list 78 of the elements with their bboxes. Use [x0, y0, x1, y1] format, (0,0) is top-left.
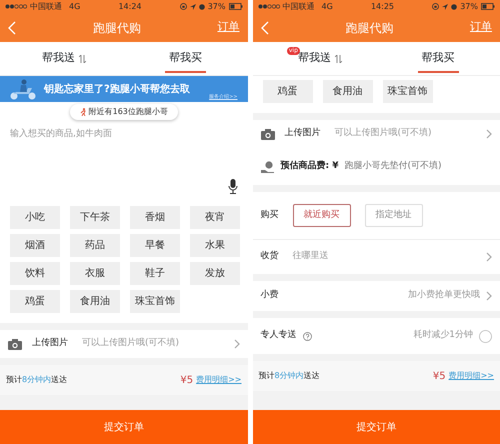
battery-level: 37% — [208, 0, 226, 12]
screen-title: 跑腿代购 — [92, 20, 142, 36]
tip-hint: 加小费抢单更快哦 — [408, 289, 480, 302]
nearby-runners-text: 附近有163位跑腿小哥 — [88, 106, 168, 118]
category-tag[interactable]: 早餐 — [130, 234, 180, 257]
chevron-right-icon — [486, 291, 492, 301]
signal-icon — [5, 4, 27, 9]
status-time: 14:25 — [370, 0, 396, 12]
lock-rotation-icon — [180, 3, 187, 10]
receive-label: 收货 — [260, 250, 278, 264]
upload-hint: 可以上传图片哦(可不填) — [334, 127, 433, 140]
network-type: 4G — [69, 0, 80, 12]
camera-icon[interactable] — [8, 338, 22, 350]
upload-label: 上传图片 — [32, 337, 68, 350]
camera-icon[interactable] — [260, 128, 274, 140]
help-icon[interactable] — [302, 332, 312, 340]
carrier-name: 中国联通 — [30, 0, 62, 12]
category-tag[interactable]: 香烟 — [130, 206, 180, 229]
carrier-name: 中国联通 — [282, 0, 314, 12]
buy-option[interactable]: 就近购买 — [292, 204, 350, 228]
battery-icon — [481, 3, 495, 10]
back-icon — [8, 20, 16, 34]
category-tag[interactable]: 珠宝首饰 — [382, 80, 432, 103]
status-time: 14:24 — [117, 0, 143, 12]
chevron-right-icon — [486, 252, 492, 262]
battery-icon — [228, 3, 242, 10]
tab[interactable]: 帮我买 — [418, 44, 459, 73]
swap-icon[interactable] — [334, 54, 342, 62]
category-tag[interactable]: 饮料 — [10, 262, 60, 285]
category-tag[interactable]: 食用油 — [322, 80, 372, 103]
upload-hint: 可以上传图片哦(可不填) — [82, 337, 180, 350]
scooter-drawing — [8, 78, 38, 100]
category-tag[interactable]: 食用油 — [70, 290, 120, 313]
chevron-right-icon — [486, 129, 492, 139]
category-tag[interactable]: 烟酒 — [10, 234, 60, 257]
express-hint: 耗时减少1分钟 — [413, 329, 473, 342]
alarm-icon — [198, 4, 205, 10]
banner-headline: 钥匙忘家里了?跑腿小哥帮您去取 — [44, 82, 190, 96]
tip-label: 小费 — [260, 289, 278, 302]
price: ¥5 — [180, 374, 194, 388]
category-tag[interactable]: 衣服 — [70, 262, 120, 285]
upload-label: 上传图片 — [284, 127, 320, 140]
category-tag[interactable]: 药品 — [70, 234, 120, 257]
chevron-right-icon — [234, 339, 240, 349]
location-icon — [190, 4, 196, 10]
delivery-estimate: 预计8分钟内送达 — [258, 370, 320, 382]
category-tag[interactable]: 鞋子 — [130, 262, 180, 285]
back-icon — [260, 20, 268, 34]
category-tag[interactable]: 小吃 — [10, 206, 60, 229]
lock-rotation-icon — [432, 3, 440, 10]
price: ¥5 — [432, 370, 446, 384]
tab[interactable]: 帮我买 — [165, 44, 206, 73]
category-tag[interactable]: 鸡蛋 — [10, 290, 60, 313]
category-tag[interactable]: 夜宵 — [190, 206, 240, 229]
category-tag[interactable]: 下午茶 — [70, 206, 120, 229]
category-tag[interactable]: 发放 — [190, 262, 240, 285]
alarm-icon — [451, 4, 458, 10]
goods-fee-label: 预估商品费: ¥ — [280, 160, 338, 174]
battery-level: 37% — [460, 0, 478, 12]
radio-button[interactable] — [479, 330, 492, 342]
screen-title: 跑腿代购 — [344, 20, 394, 36]
back-button[interactable] — [8, 20, 16, 34]
express-label: 专人专送 — [260, 329, 296, 342]
buy-label: 购买 — [260, 208, 278, 222]
tab[interactable]: 帮我送 — [38, 44, 79, 73]
receive-address-hint: 往哪里送 — [292, 250, 330, 264]
delivery-estimate: 预计8分钟内送达 — [6, 374, 68, 386]
back-button[interactable] — [260, 20, 268, 34]
swap-icon[interactable] — [78, 54, 86, 62]
runner-icon — [80, 108, 86, 116]
location-icon — [442, 4, 448, 10]
category-tag[interactable]: 珠宝首饰 — [130, 290, 180, 313]
microphone-icon[interactable] — [228, 179, 238, 194]
category-tag[interactable]: 鸡蛋 — [262, 80, 312, 103]
network-type: 4G — [322, 0, 333, 12]
category-tag[interactable]: 水果 — [190, 234, 240, 257]
signal-icon — [258, 4, 280, 9]
buy-option[interactable]: 指定地址 — [364, 204, 422, 228]
